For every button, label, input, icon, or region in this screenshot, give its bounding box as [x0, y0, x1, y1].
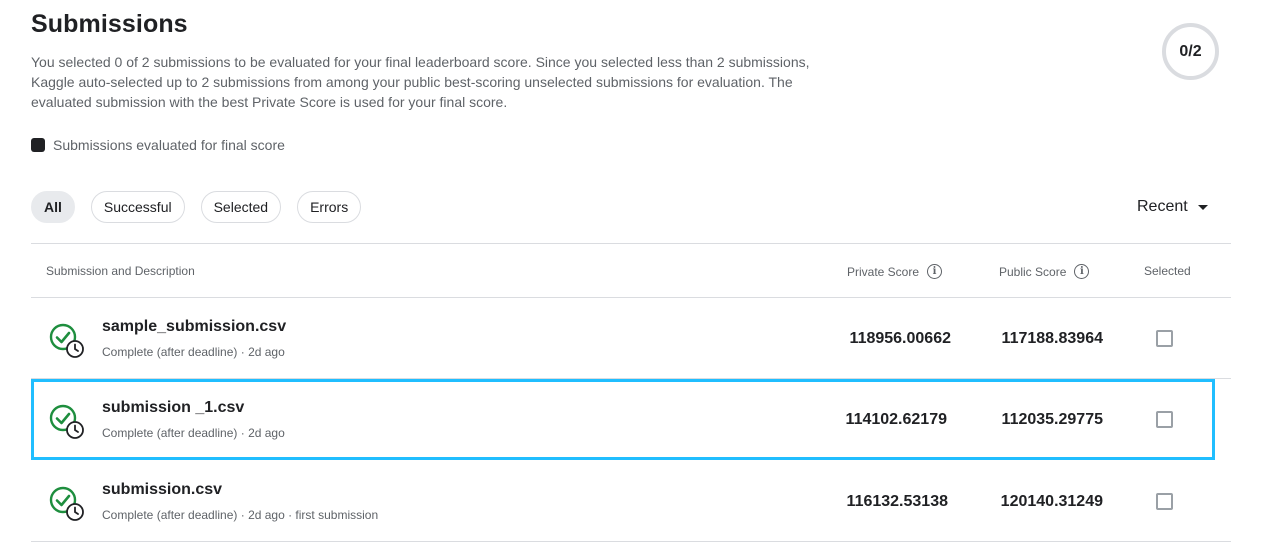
- column-header-public-score: Public Score i: [999, 264, 1090, 279]
- public-score: 120140.31249: [1000, 493, 1103, 510]
- table-row[interactable]: sample_submission.csv Complete (after de…: [31, 298, 1231, 379]
- public-score: 117188.83964: [1001, 330, 1103, 347]
- submission-name[interactable]: submission _1.csv: [102, 399, 244, 417]
- description-line: Kaggle auto-selected up to 2 submissions…: [31, 74, 793, 90]
- submission-meta: Complete (after deadline) · 2d ago: [102, 426, 285, 440]
- complete-check-clock-icon: [49, 404, 84, 439]
- legend-swatch: [31, 138, 45, 152]
- column-label: Selected: [1144, 264, 1191, 278]
- column-label: Private Score: [847, 264, 920, 279]
- page-description: You selected 0 of 2 submissions to be ev…: [31, 52, 881, 112]
- info-icon[interactable]: i: [1074, 264, 1090, 279]
- description-line: You selected 0 of 2 submissions to be ev…: [31, 54, 810, 70]
- column-label: Public Score: [999, 264, 1067, 279]
- select-checkbox[interactable]: [1156, 411, 1173, 428]
- select-checkbox[interactable]: [1156, 330, 1173, 347]
- submission-meta: Complete (after deadline) · 2d ago: [102, 345, 285, 359]
- column-header-selected: Selected: [1144, 264, 1191, 278]
- info-icon[interactable]: i: [927, 264, 943, 279]
- public-score: 112035.29775: [1001, 411, 1103, 428]
- sort-dropdown[interactable]: Recent: [1137, 198, 1208, 216]
- private-score: 118956.00662: [849, 330, 951, 347]
- selection-counter: 0/2: [1162, 23, 1219, 80]
- submission-name[interactable]: sample_submission.csv: [102, 318, 286, 336]
- column-header-submission: Submission and Description: [46, 264, 195, 278]
- complete-check-clock-icon: [49, 323, 84, 358]
- table-header: Submission and Description Private Score…: [31, 244, 1231, 298]
- filter-all[interactable]: All: [31, 191, 75, 223]
- caret-down-icon: [1197, 204, 1208, 210]
- submissions-table: Submission and Description Private Score…: [31, 243, 1231, 542]
- filter-chips: All Successful Selected Errors: [31, 191, 362, 223]
- column-label: Submission and Description: [46, 264, 195, 278]
- filter-selected[interactable]: Selected: [200, 191, 282, 223]
- column-header-private-score: Private Score i: [847, 264, 943, 279]
- submission-meta: Complete (after deadline) · 2d ago · fir…: [102, 508, 379, 522]
- filter-successful[interactable]: Successful: [90, 191, 185, 223]
- submission-name[interactable]: submission.csv: [102, 481, 222, 499]
- description-line: evaluated submission with the best Priva…: [31, 94, 508, 110]
- legend: Submissions evaluated for final score: [31, 137, 285, 153]
- filter-errors[interactable]: Errors: [297, 191, 362, 223]
- table-row[interactable]: submission _1.csv Complete (after deadli…: [31, 379, 1215, 460]
- private-score: 114102.62179: [845, 411, 947, 428]
- legend-label: Submissions evaluated for final score: [53, 137, 285, 153]
- private-score: 116132.53138: [846, 493, 948, 510]
- page-title: Submissions: [31, 10, 188, 38]
- table-row[interactable]: submission.csv Complete (after deadline)…: [31, 461, 1231, 542]
- sort-label: Recent: [1137, 198, 1188, 215]
- complete-check-clock-icon: [49, 486, 84, 521]
- select-checkbox[interactable]: [1156, 493, 1173, 510]
